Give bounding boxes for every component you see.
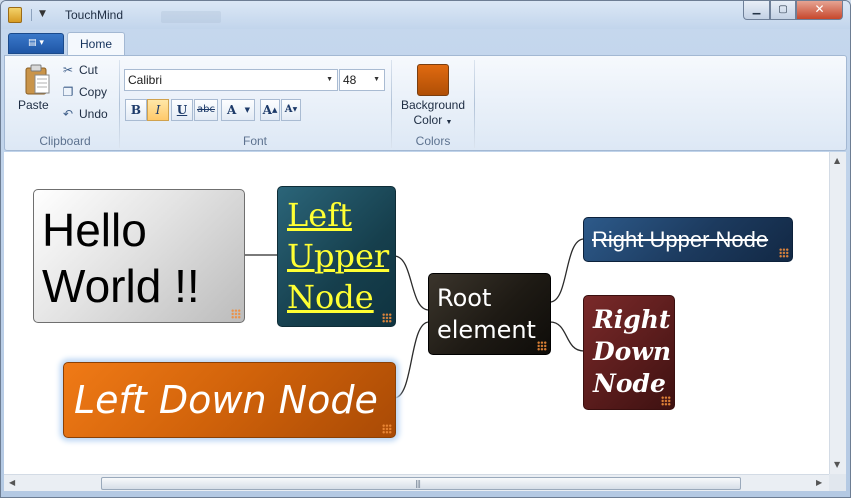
bold-button[interactable]: B: [125, 99, 147, 121]
strikethrough-button[interactable]: abc: [194, 99, 218, 121]
node-text: Down: [593, 337, 672, 366]
font-family-select[interactable]: Calibri ▼: [124, 69, 338, 91]
chevron-down-icon: ▼: [373, 76, 380, 83]
chevron-down-icon: ▼: [445, 119, 453, 126]
scissors-icon: ✂: [62, 63, 74, 77]
group-separator: [474, 60, 475, 148]
window-title: TouchMind: [65, 8, 124, 22]
background-color-swatch-icon[interactable]: [417, 64, 449, 96]
scroll-right-icon[interactable]: ▶: [816, 478, 822, 487]
mindmap-node-right-down[interactable]: Right Down Node: [583, 295, 675, 410]
undo-label: Undo: [79, 107, 108, 121]
copy-label: Copy: [79, 85, 108, 99]
node-text: Left: [287, 196, 352, 234]
shrink-font-button[interactable]: A▼: [281, 99, 301, 121]
chevron-down-icon: ▼: [244, 105, 250, 114]
copy-button[interactable]: ❐ Copy: [61, 85, 107, 99]
resize-grip-icon[interactable]: [382, 313, 392, 323]
node-text: Right Upper Node: [592, 227, 769, 252]
scrollbar-corner: [829, 474, 846, 491]
font-group-label: Font: [242, 134, 267, 148]
scroll-down-icon[interactable]: ▼: [834, 460, 840, 469]
title-bar: ▼ TouchMind ▁ ▢ ✕: [1, 1, 850, 29]
background-color-label: Background: [400, 98, 466, 112]
font-size-select[interactable]: 48 ▼: [339, 69, 385, 91]
node-text: Hello: [42, 204, 147, 256]
colors-group-label: Colors: [415, 134, 451, 148]
background-color-label-2: Color: [413, 113, 443, 127]
grow-font-label: A: [262, 103, 272, 117]
node-text: Node: [593, 369, 666, 398]
resize-grip-icon[interactable]: [382, 424, 392, 434]
ribbon-panel: Paste ✂ Cut ❐ Copy ↶ Undo Clipboard Cali…: [4, 55, 847, 151]
node-text: Node: [287, 278, 374, 316]
group-separator: [391, 60, 392, 148]
paste-button[interactable]: Paste: [18, 98, 49, 112]
node-text: Upper: [287, 237, 390, 275]
mindmap-node-left-down[interactable]: Left Down Node: [63, 362, 396, 438]
arrow-down-icon: ▼: [292, 106, 298, 113]
node-text: element: [437, 316, 536, 344]
close-button[interactable]: ✕: [796, 1, 843, 20]
background-window-ghost: [161, 11, 221, 23]
copy-icon: ❐: [62, 85, 74, 99]
mindmap-node-hello-world[interactable]: Hello World !!: [33, 189, 245, 323]
quick-access-dropdown-icon[interactable]: ▼: [39, 9, 46, 19]
mindmap-node-left-upper[interactable]: Left Upper Node: [277, 186, 396, 327]
undo-button[interactable]: ↶ Undo: [61, 107, 108, 121]
underline-button[interactable]: U: [171, 99, 193, 121]
tab-home[interactable]: Home: [67, 32, 125, 56]
shrink-font-label: A: [284, 104, 293, 115]
vertical-scrollbar[interactable]: ▲ ▼: [829, 152, 846, 474]
group-separator: [119, 60, 120, 148]
node-text: Root: [437, 284, 492, 312]
node-text: World !!: [42, 260, 200, 312]
resize-grip-icon[interactable]: [661, 396, 671, 406]
resize-grip-icon[interactable]: [779, 248, 789, 258]
mindmap-canvas[interactable]: Hello World !! Left Upper Node Left Down…: [4, 152, 829, 474]
menu-icon: ▤ ▾: [28, 38, 44, 48]
node-text: Right: [593, 305, 671, 334]
clipboard-group-label: Clipboard: [39, 134, 91, 148]
font-color-label: A: [227, 103, 237, 117]
font-family-value: Calibri: [128, 73, 163, 87]
font-color-button[interactable]: A ▼: [221, 99, 255, 121]
scroll-left-icon[interactable]: ◀: [9, 478, 15, 487]
scroll-up-icon[interactable]: ▲: [834, 156, 840, 165]
italic-button[interactable]: I: [147, 99, 169, 121]
node-text: Left Down Node: [74, 378, 378, 422]
app-window: ▼ TouchMind ▁ ▢ ✕ ▤ ▾ Home Paste ✂ Cut ❐…: [0, 0, 851, 498]
font-size-value: 48: [343, 73, 357, 87]
resize-grip-icon[interactable]: [537, 341, 547, 351]
resize-grip-icon[interactable]: [231, 309, 241, 319]
scroll-grip: |||: [415, 479, 421, 488]
undo-icon: ↶: [62, 107, 74, 121]
grow-font-button[interactable]: A▲: [260, 99, 280, 121]
maximize-button[interactable]: ▢: [770, 1, 796, 20]
horizontal-scroll-thumb[interactable]: |||: [101, 477, 741, 490]
arrow-up-icon: ▲: [271, 105, 278, 114]
mindmap-node-root[interactable]: Root element: [428, 273, 551, 355]
cut-button[interactable]: ✂ Cut: [61, 63, 98, 77]
chevron-down-icon: ▼: [326, 76, 333, 83]
minimize-button[interactable]: ▁: [743, 1, 770, 20]
app-icon[interactable]: [8, 7, 22, 23]
quick-access-separator: [31, 9, 32, 21]
horizontal-scrollbar[interactable]: ◀ ||| ▶: [4, 474, 829, 491]
application-menu-button[interactable]: ▤ ▾: [8, 33, 64, 54]
background-color-button[interactable]: Background Color ▼: [393, 98, 473, 130]
cut-label: Cut: [79, 63, 98, 77]
mindmap-node-right-upper[interactable]: Right Upper Node: [583, 217, 793, 262]
paste-icon[interactable]: [23, 64, 51, 96]
